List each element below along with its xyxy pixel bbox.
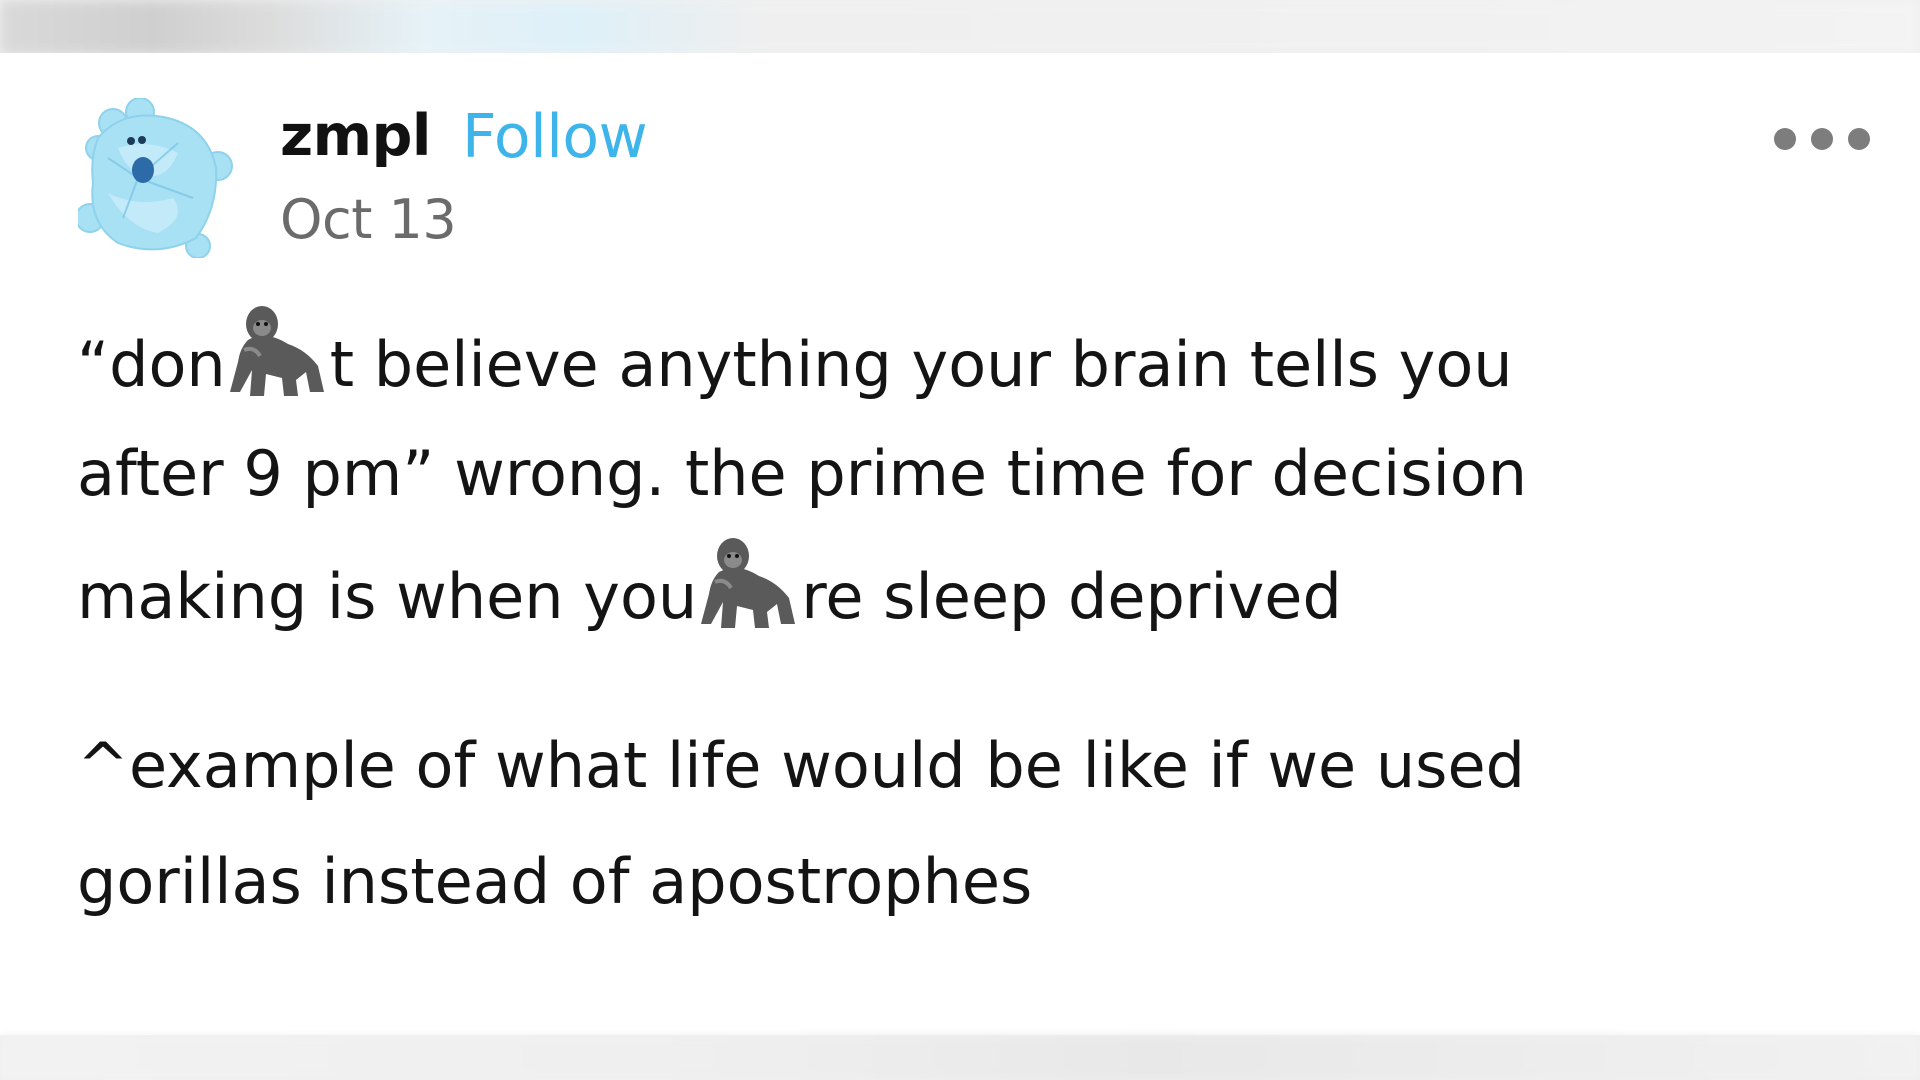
avatar[interactable] <box>75 97 238 259</box>
post-paragraph-1: “don t believe anything your brain tells… <box>77 300 1837 648</box>
text-span: making is when you <box>77 560 698 633</box>
post-date[interactable]: Oct 13 <box>280 188 457 251</box>
username[interactable]: zmpl <box>280 103 431 169</box>
blurred-header-strip <box>0 0 1920 55</box>
text-line: gorillas instead of apostrophes <box>77 845 1033 918</box>
more-dot <box>1848 128 1870 150</box>
text-span: t believe anything your brain tells you <box>329 328 1513 401</box>
more-horizontal-icon <box>1774 128 1796 150</box>
text-span: re sleep deprived <box>801 560 1342 633</box>
blue-plush-avatar-icon <box>75 97 233 259</box>
text-line: “don t believe anything your brain tells… <box>77 300 1837 416</box>
post-paragraph-2: ^example of what life would be like if w… <box>77 708 1837 940</box>
blurred-footer-strip <box>0 1035 1920 1080</box>
more-dot <box>1811 128 1833 150</box>
text-line: ^example of what life would be like if w… <box>77 729 1525 802</box>
more-options-button[interactable] <box>1774 128 1870 152</box>
gorilla-emoji-icon <box>229 306 324 396</box>
text-line: making is when you re sleep deprived <box>77 532 1837 648</box>
follow-button[interactable]: Follow <box>462 102 648 172</box>
text-span: “don <box>77 328 226 401</box>
text-line: after 9 pm” wrong. the prime time for de… <box>77 437 1528 510</box>
gorilla-emoji-icon <box>701 538 796 628</box>
